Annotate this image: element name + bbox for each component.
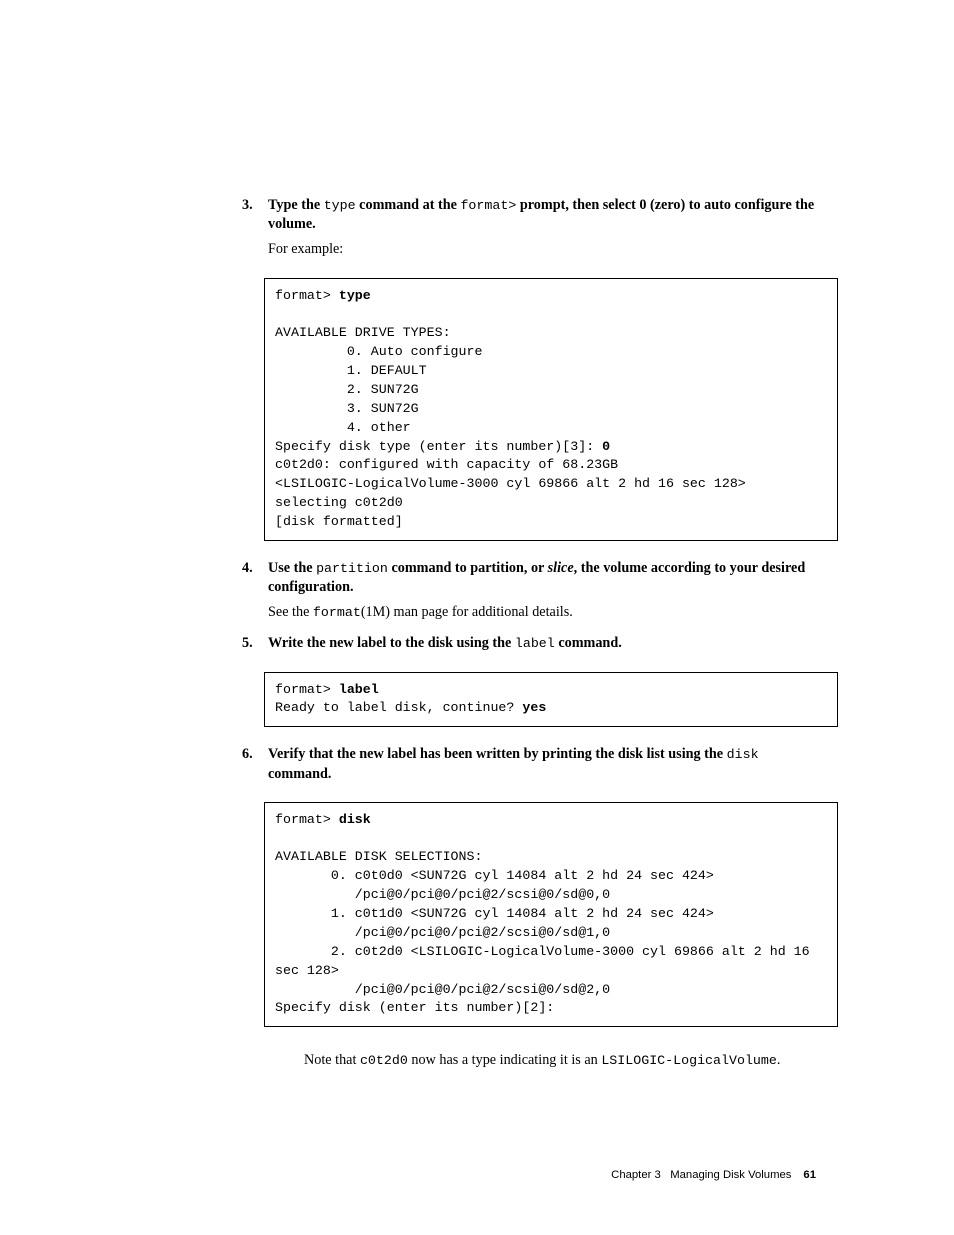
note-text: Note that c0t2d0 now has a type indicati… <box>304 1051 816 1071</box>
step-4-number: 4. <box>242 559 268 578</box>
step-3-followup: For example: <box>268 240 816 259</box>
step-4: 4. Use the partition command to partitio… <box>268 559 816 623</box>
footer-page-number: 61 <box>803 1169 816 1181</box>
step-5-number: 5. <box>242 634 268 653</box>
code-block-type: format> type AVAILABLE DRIVE TYPES: 0. A… <box>264 278 838 541</box>
step-3: 3. Type the type command at the format> … <box>268 196 816 260</box>
footer-title: Managing Disk Volumes <box>670 1169 791 1181</box>
step-3-instruction: Type the type command at the format> pro… <box>268 196 816 234</box>
step-6: 6. Verify that the new label has been wr… <box>268 745 816 783</box>
page: 3. Type the type command at the format> … <box>0 0 954 1235</box>
code-block-disk: format> disk AVAILABLE DISK SELECTIONS: … <box>264 802 838 1028</box>
step-3-number: 3. <box>242 196 268 215</box>
step-6-number: 6. <box>242 745 268 764</box>
step-4-followup: See the format(1M) man page for addition… <box>268 603 816 622</box>
step-5: 5. Write the new label to the disk using… <box>268 634 816 653</box>
step-4-instruction: Use the partition command to partition, … <box>268 559 816 597</box>
code-block-label: format> label Ready to label disk, conti… <box>264 672 838 728</box>
footer-chapter: Chapter 3 <box>611 1169 661 1181</box>
step-6-instruction: Verify that the new label has been writt… <box>268 745 816 783</box>
step-5-instruction: Write the new label to the disk using th… <box>268 634 816 653</box>
page-footer: Chapter 3 Managing Disk Volumes 61 <box>611 1168 816 1183</box>
